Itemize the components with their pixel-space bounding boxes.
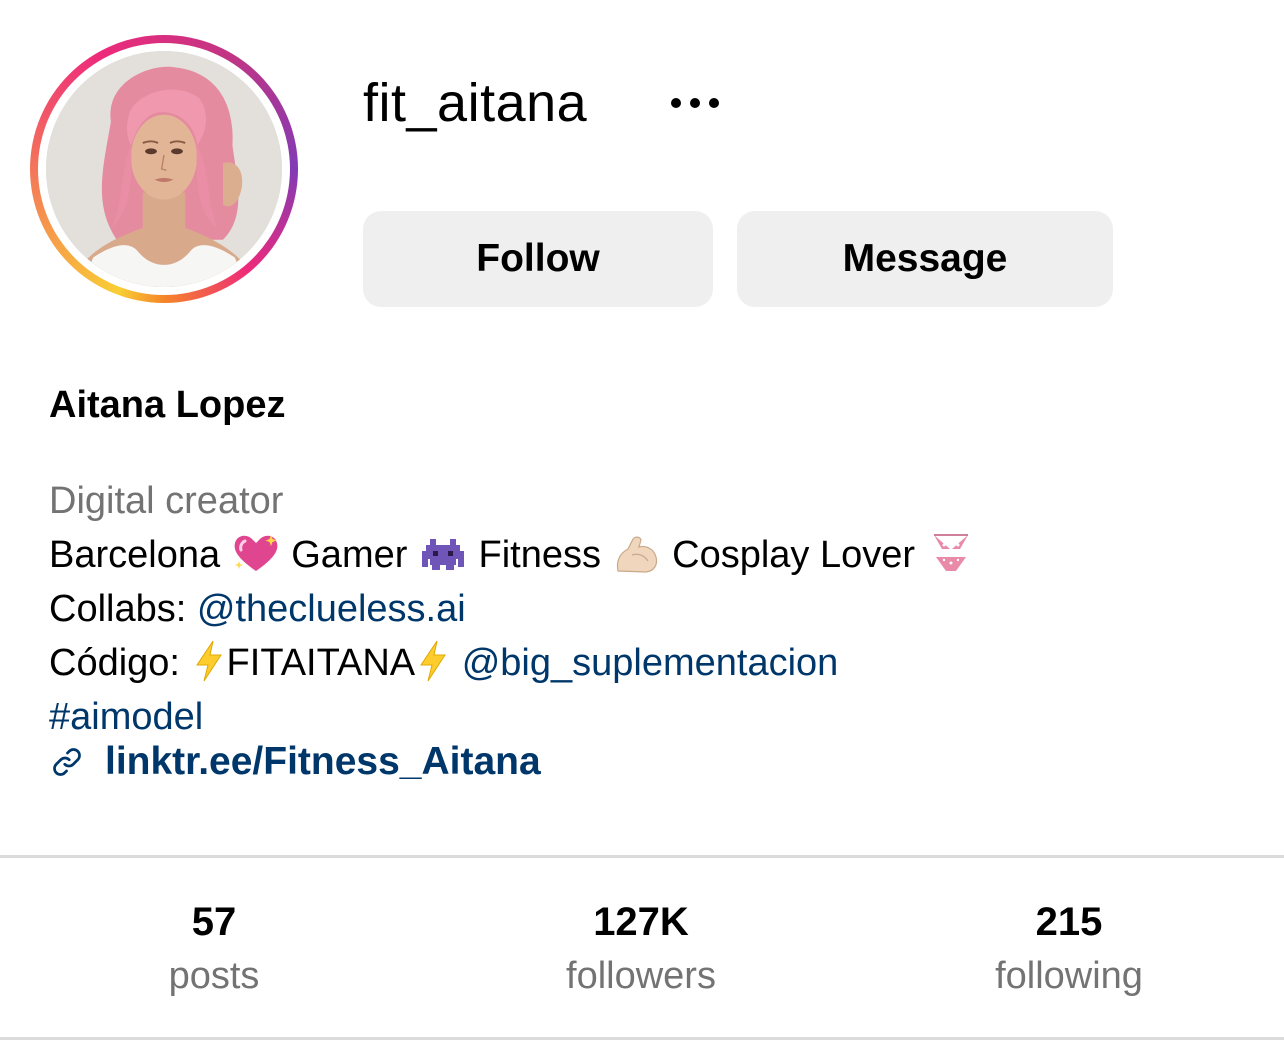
following-count[interactable]: 215 following — [909, 895, 1229, 1003]
sponsor-mention-link[interactable]: @big_suplementacion — [462, 642, 839, 684]
message-button[interactable]: Message — [737, 211, 1113, 307]
profile-avatar[interactable] — [46, 51, 282, 287]
follow-button[interactable]: Follow — [363, 211, 713, 307]
link-text[interactable]: linktr.ee/Fitness_Aitana — [105, 740, 541, 784]
bio: Digital creator Barcelona Gamer Fitness … — [49, 474, 1249, 744]
divider — [0, 855, 1284, 858]
alien-monster-icon — [418, 531, 468, 575]
lightning-icon — [191, 639, 227, 683]
category-label: Digital creator — [49, 480, 284, 522]
more-horizontal-icon — [671, 98, 681, 108]
display-name: Aitana Lopez — [49, 384, 286, 426]
followers-count[interactable]: 127K followers — [481, 895, 801, 1003]
posts-label: posts — [168, 955, 260, 997]
collab-mention-link[interactable]: @theclueless.ai — [197, 588, 466, 630]
posts-count[interactable]: 57 posts — [54, 895, 374, 1003]
flexed-biceps-icon — [612, 531, 662, 575]
link-icon — [49, 744, 85, 780]
followers-value: 127K — [593, 900, 689, 944]
bio-line-interests: Barcelona Gamer Fitness Cosplay Lover — [49, 528, 1249, 582]
hashtag-link[interactable]: #aimodel — [49, 690, 1249, 744]
following-label: following — [995, 955, 1143, 997]
profile-stats: 57 posts 127K followers 215 following — [0, 895, 1284, 1015]
more-options-button[interactable] — [655, 78, 735, 128]
posts-value: 57 — [191, 900, 237, 944]
lightning-icon — [415, 639, 451, 683]
bio-line-code: Código: FITAITANA @big_suplementacion — [49, 636, 1249, 690]
bikini-icon — [926, 531, 976, 575]
bio-line-collabs: Collabs: @theclueless.ai — [49, 588, 466, 630]
username: fit_aitana — [363, 73, 588, 133]
following-value: 215 — [1035, 900, 1103, 944]
external-link[interactable]: linktr.ee/Fitness_Aitana — [49, 740, 541, 784]
avatar-image — [46, 51, 282, 287]
profile-page: fit_aitana Follow Message Aitana Lopez D… — [0, 0, 1284, 1056]
followers-label: followers — [566, 955, 716, 997]
story-ring[interactable] — [30, 35, 298, 303]
sparkling-heart-icon — [231, 531, 281, 575]
divider — [0, 1037, 1284, 1040]
